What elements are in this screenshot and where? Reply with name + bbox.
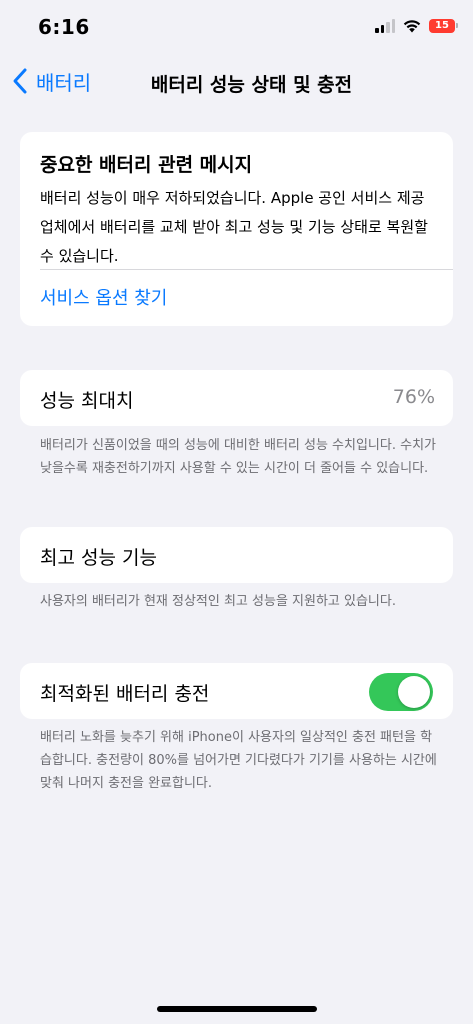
message-body: 배터리 성능이 매우 저하되었습니다. Apple 공인 서비스 제공업체에서 … (40, 189, 428, 265)
status-bar: 6:16 15 (0, 0, 473, 58)
optimized-charging-toggle[interactable] (369, 673, 433, 711)
cellular-signal-icon (375, 18, 395, 33)
max-capacity-label: 성능 최대치 (40, 390, 134, 412)
max-capacity-value: 76% (392, 386, 435, 408)
max-capacity-footnote: 배터리가 신품이었을 때의 성능에 대비한 배터리 성능 수치입니다. 수치가 … (40, 438, 436, 476)
peak-performance-row: 최고 성능 기능 (20, 527, 453, 583)
page-title: 배터리 성능 상태 및 충전 (150, 74, 353, 96)
status-icons: 15 (375, 18, 458, 33)
battery-icon: 15 (429, 18, 458, 33)
home-indicator[interactable] (156, 1006, 317, 1012)
status-time: 6:16 (38, 15, 90, 39)
battery-message-card: 중요한 배터리 관련 메시지 배터리 성능이 매우 저하되었습니다. Apple… (20, 132, 453, 326)
wifi-icon (403, 20, 421, 33)
divider (40, 269, 453, 270)
message-title: 중요한 배터리 관련 메시지 (40, 154, 253, 176)
optimized-charging-footnote: 배터리 노화를 늦추기 위해 iPhone이 사용자의 일상적인 충전 패턴을 … (40, 730, 437, 791)
peak-performance-label: 최고 성능 기능 (40, 547, 157, 569)
optimized-charging-label: 최적화된 배터리 충전 (40, 683, 210, 705)
toggle-knob (398, 676, 430, 708)
find-service-options-link[interactable]: 서비스 옵션 찾기 (40, 284, 167, 310)
navigation-bar: 배터리 배터리 성능 상태 및 충전 (0, 60, 473, 106)
peak-performance-footnote: 사용자의 배터리가 현재 정상적인 최고 성능을 지원하고 있습니다. (40, 594, 396, 609)
optimized-charging-row: 최적화된 배터리 충전 (20, 663, 453, 719)
max-capacity-row: 성능 최대치 76% (20, 370, 453, 426)
